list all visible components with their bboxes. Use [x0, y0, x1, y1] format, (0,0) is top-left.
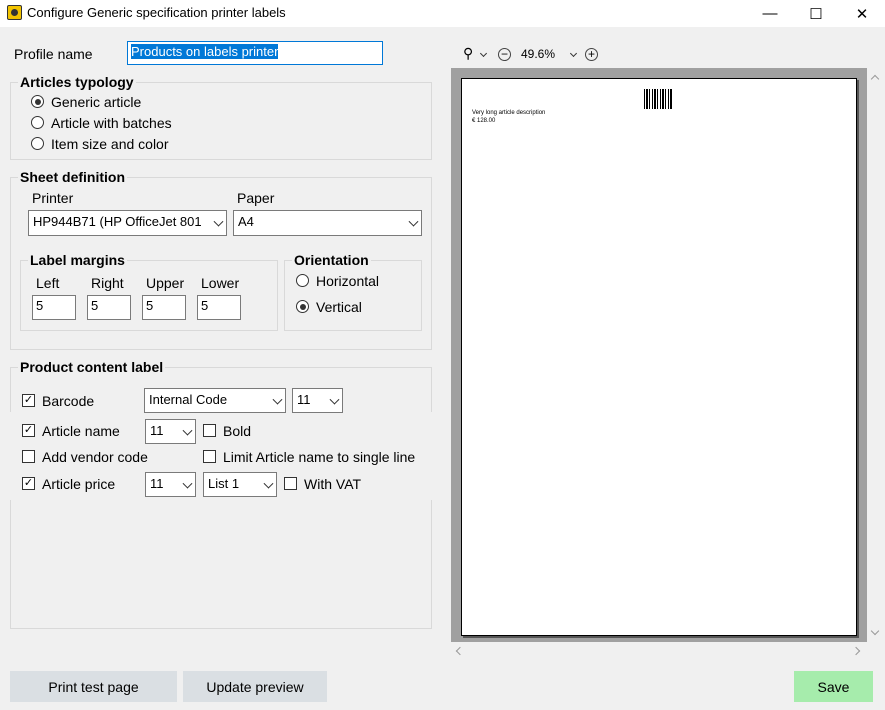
zoom-out-icon[interactable]: − [498, 48, 511, 61]
vertical-scrollbar[interactable] [869, 68, 883, 642]
print-test-page-button[interactable]: Print test page [10, 671, 177, 702]
vendor-code-label: Add vendor code [42, 449, 148, 465]
barcode-size-value: 11 [297, 392, 311, 407]
with-vat-checkbox[interactable] [284, 477, 297, 490]
profile-name-label: Profile name [14, 46, 93, 62]
price-list-select[interactable]: List 1 [203, 472, 277, 497]
article-with-batches-radio[interactable] [31, 116, 44, 129]
profile-name-input[interactable]: Products on labels printer [127, 41, 383, 65]
preview-description: Very long article description [472, 110, 546, 116]
chevron-down-icon [213, 216, 224, 227]
horizontal-radio[interactable] [296, 274, 309, 287]
horizontal-scrollbar[interactable] [451, 644, 867, 658]
chevron-down-icon [182, 478, 193, 489]
update-preview-button[interactable]: Update preview [183, 671, 327, 702]
preview-price: € 128.00 [472, 118, 496, 124]
orientation-group [284, 260, 422, 331]
paper-value: A4 [238, 214, 254, 229]
scroll-right-icon[interactable] [851, 646, 861, 656]
chevron-down-icon[interactable] [479, 49, 488, 58]
horizontal-label: Horizontal [316, 273, 380, 289]
vertical-label: Vertical [316, 299, 362, 315]
bold-checkbox[interactable] [203, 424, 216, 437]
article-name-label: Article name [42, 423, 120, 439]
barcode-size-select[interactable]: 11 [292, 388, 343, 413]
paper-select[interactable]: A4 [233, 210, 422, 236]
generic-article-label: Generic article [51, 94, 142, 110]
app-icon [7, 5, 22, 20]
article-price-label: Article price [42, 476, 116, 492]
orientation-title: Orientation [292, 252, 371, 268]
close-button[interactable]: ✕ [839, 0, 885, 27]
margin-left-input[interactable]: 5 [32, 295, 76, 320]
margin-lower-label: Lower [201, 275, 240, 291]
chevron-down-icon [272, 394, 283, 405]
limit-single-line-checkbox[interactable] [203, 450, 216, 463]
profile-name-value: Products on labels printer [131, 44, 279, 59]
article-name-size-select[interactable]: 11 [145, 419, 196, 444]
article-price-size-select[interactable]: 11 [145, 472, 196, 497]
scroll-up-icon[interactable] [870, 74, 880, 84]
chevron-down-icon [329, 394, 340, 405]
label-margins-title: Label margins [28, 252, 127, 268]
save-button[interactable]: Save [794, 671, 873, 702]
barcode-label: Barcode [42, 393, 95, 409]
paper-label: Paper [237, 190, 275, 206]
chevron-down-icon [263, 478, 274, 489]
scroll-left-icon[interactable] [455, 646, 465, 656]
margin-upper-input[interactable]: 5 [142, 295, 186, 320]
margin-right-input[interactable]: 5 [87, 295, 131, 320]
chevron-down-icon [182, 425, 193, 436]
article-with-batches-label: Article with batches [51, 115, 172, 131]
chevron-down-icon [408, 216, 419, 227]
item-size-color-radio[interactable] [31, 137, 44, 150]
printer-value: HP944B71 (HP OfficeJet 801 [33, 214, 202, 229]
maximize-button[interactable]: ☐ [793, 0, 839, 27]
zoom-in-icon[interactable]: + [585, 48, 598, 61]
zoom-magnifier-icon[interactable]: ⚲ [463, 45, 473, 62]
limit-single-line-label: Limit Article name to single line [223, 449, 416, 465]
article-name-size-value: 11 [150, 423, 164, 438]
margin-left-label: Left [36, 275, 60, 291]
bold-label: Bold [223, 423, 252, 439]
barcode-checkbox[interactable]: ✓ [22, 394, 35, 407]
title-bar: Configure Generic specification printer … [0, 0, 885, 27]
articles-typology-title: Articles typology [18, 74, 136, 90]
minimize-button[interactable]: — [747, 0, 793, 27]
price-list-value: List 1 [208, 476, 240, 491]
chevron-down-icon[interactable] [569, 49, 578, 58]
barcode-type-value: Internal Code [149, 392, 228, 407]
zoom-level[interactable]: 49.6% [521, 47, 555, 61]
margin-right-label: Right [91, 275, 124, 291]
sheet-definition-title: Sheet definition [18, 169, 127, 185]
article-price-checkbox[interactable]: ✓ [22, 477, 35, 490]
barcode-preview-icon [644, 89, 672, 109]
printer-select[interactable]: HP944B71 (HP OfficeJet 801 [28, 210, 227, 236]
margin-upper-label: Upper [146, 275, 185, 291]
vertical-radio[interactable] [296, 300, 309, 313]
article-price-size-value: 11 [150, 476, 164, 491]
window-title: Configure Generic specification printer … [27, 5, 286, 20]
vendor-code-checkbox[interactable] [22, 450, 35, 463]
item-size-color-label: Item size and color [51, 136, 169, 152]
product-content-title: Product content label [18, 359, 166, 375]
generic-article-radio[interactable] [31, 95, 44, 108]
preview-page: Very long article description € 128.00 [461, 78, 857, 636]
printer-label: Printer [32, 190, 74, 206]
with-vat-label: With VAT [304, 476, 362, 492]
barcode-type-select[interactable]: Internal Code [144, 388, 286, 413]
margin-lower-input[interactable]: 5 [197, 295, 241, 320]
scroll-down-icon[interactable] [870, 626, 880, 636]
article-name-checkbox[interactable]: ✓ [22, 424, 35, 437]
preview-toolbar: ⚲ − 49.6% + [455, 43, 605, 67]
